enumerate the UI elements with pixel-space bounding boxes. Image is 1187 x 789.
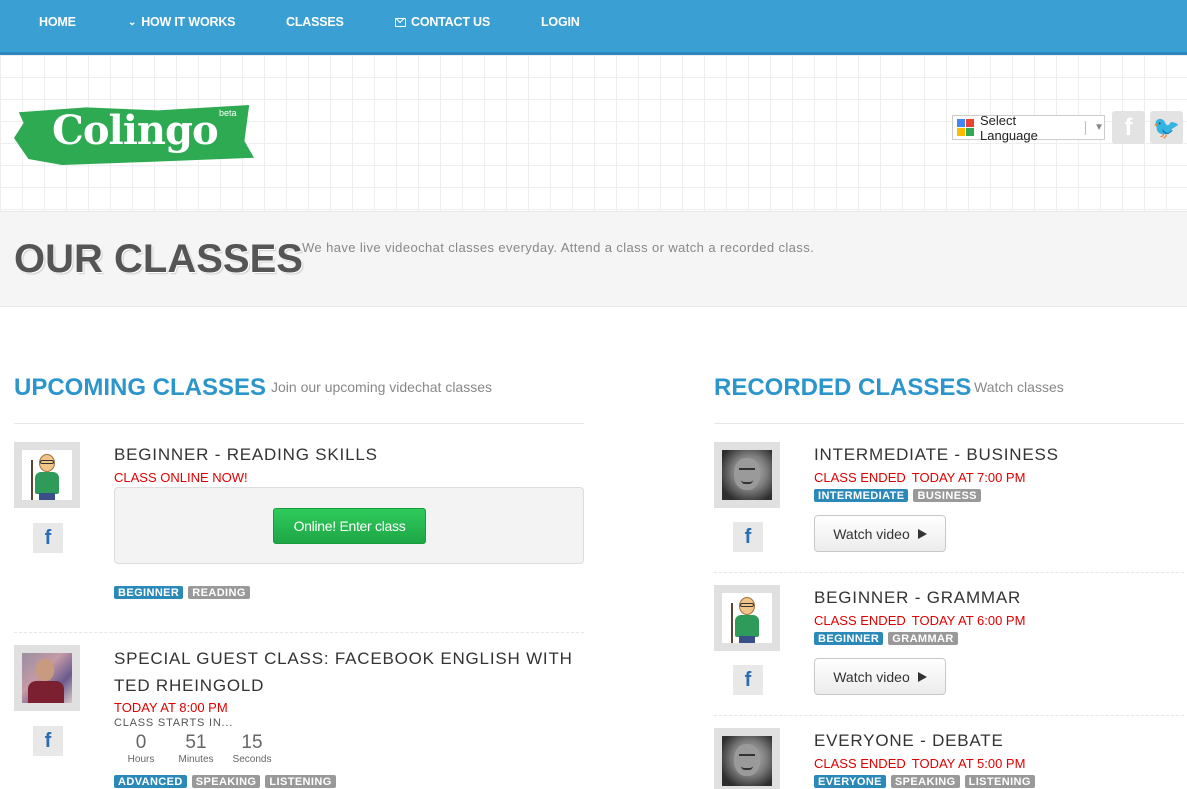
- teacher-cartoon-image: [722, 593, 772, 643]
- watch-video-label: Watch video: [833, 668, 910, 685]
- countdown-hours-label: Hours: [127, 754, 155, 765]
- class-status: CLASS ONLINE NOW!: [114, 470, 248, 485]
- teacher-photo: [722, 736, 772, 786]
- recorded-divider: [714, 423, 1184, 424]
- class-divider: [14, 632, 584, 633]
- class-tags: ADVANCED SPEAKING LISTENING: [114, 775, 336, 788]
- countdown-hours: 0 Hours: [116, 732, 166, 766]
- class-ended-label: CLASS ENDED: [814, 756, 906, 771]
- teacher-photo: [722, 450, 772, 500]
- language-select[interactable]: Select Language ▼: [952, 112, 1105, 143]
- tag-level[interactable]: BEGINNER: [814, 632, 884, 645]
- upcoming-classes-subtitle: Join our upcoming videchat classes: [271, 379, 493, 395]
- tag-level[interactable]: EVERYONE: [814, 775, 886, 788]
- class-title[interactable]: BEGINNER - READING SKILLS: [114, 441, 378, 468]
- recorded-classes-subtitle: Watch classes: [974, 379, 1064, 395]
- tag-topic[interactable]: GRAMMAR: [888, 632, 958, 645]
- class-title-line2[interactable]: TED RHEINGOLD: [114, 672, 264, 699]
- teacher-avatar[interactable]: [14, 645, 80, 711]
- upcoming-divider: [14, 423, 584, 424]
- tag-level[interactable]: INTERMEDIATE: [814, 489, 909, 502]
- teacher-photo: [22, 653, 72, 703]
- class-divider: [714, 715, 1184, 716]
- class-time: TODAY AT 6:00 PM: [911, 613, 1026, 628]
- facebook-icon[interactable]: f: [1112, 111, 1145, 144]
- countdown-minutes-label: Minutes: [178, 754, 214, 765]
- class-divider: [714, 572, 1184, 573]
- class-ended-label: CLASS ENDED: [814, 470, 906, 485]
- tag-topic[interactable]: READING: [188, 586, 250, 599]
- class-tags: EVERYONE SPEAKING LISTENING: [814, 775, 1035, 788]
- watch-video-button[interactable]: Watch video: [814, 515, 946, 552]
- watch-video-button[interactable]: Watch video: [814, 658, 946, 695]
- language-select-divider: [1085, 120, 1087, 135]
- facebook-icon[interactable]: f: [733, 665, 763, 695]
- tag-level[interactable]: ADVANCED: [114, 775, 187, 788]
- upcoming-classes-title: UPCOMING CLASSES: [14, 374, 267, 401]
- class-tags: BEGINNER READING: [114, 586, 250, 599]
- nav-how-it-works[interactable]: ⌄ HOW IT WORKS: [128, 14, 236, 30]
- logo-beta-badge: beta: [219, 108, 237, 118]
- mail-icon: [395, 17, 406, 27]
- teacher-avatar[interactable]: [714, 728, 780, 789]
- countdown-seconds: 15 Seconds: [227, 732, 277, 766]
- class-status: CLASS ENDED TODAY AT 5:00 PM: [814, 756, 1025, 771]
- twitter-icon[interactable]: 🐦: [1150, 111, 1183, 144]
- play-icon: [917, 528, 927, 539]
- nav-login[interactable]: LOGIN: [541, 14, 580, 30]
- tag-topic[interactable]: SPEAKING: [191, 775, 261, 788]
- tag-topic[interactable]: SPEAKING: [890, 775, 960, 788]
- nav-how-it-works-label: HOW IT WORKS: [141, 15, 236, 29]
- tag-topic[interactable]: LISTENING: [964, 775, 1035, 788]
- logo[interactable]: Colingo beta: [14, 105, 254, 165]
- countdown-seconds-value: 15: [241, 732, 263, 753]
- watch-video-label: Watch video: [833, 525, 910, 542]
- nav-home-label: HOME: [39, 15, 76, 29]
- facebook-icon[interactable]: f: [33, 523, 63, 553]
- page-subtitle: We have live videochat classes everyday.…: [302, 240, 815, 255]
- nav-classes-label: CLASSES: [286, 15, 344, 29]
- facebook-icon[interactable]: f: [33, 726, 63, 756]
- class-ended-label: CLASS ENDED: [814, 613, 906, 628]
- countdown-minutes: 51 Minutes: [171, 732, 221, 766]
- class-time: TODAY AT 8:00 PM: [114, 700, 228, 715]
- class-title[interactable]: EVERYONE - DEBATE: [814, 727, 1004, 754]
- countdown-minutes-value: 51: [185, 732, 207, 753]
- class-title[interactable]: SPECIAL GUEST CLASS: FACEBOOK ENGLISH WI…: [114, 645, 573, 672]
- countdown-hours-value: 0: [135, 732, 147, 753]
- teacher-avatar[interactable]: [714, 442, 780, 508]
- top-nav: HOME ⌄ HOW IT WORKS CLASSES CONTACT US LO…: [0, 0, 1187, 55]
- teacher-cartoon-image: [22, 450, 72, 500]
- nav-home[interactable]: HOME: [39, 14, 76, 30]
- recorded-classes-title: RECORDED CLASSES: [714, 374, 972, 401]
- tag-topic[interactable]: LISTENING: [265, 775, 336, 788]
- page-title: OUR CLASSES: [14, 237, 303, 281]
- class-tags: BEGINNER GRAMMAR: [814, 632, 958, 645]
- teacher-avatar[interactable]: [14, 442, 80, 508]
- countdown-seconds-label: Seconds: [232, 754, 272, 765]
- teacher-avatar[interactable]: [714, 585, 780, 651]
- tag-topic[interactable]: BUSINESS: [913, 489, 981, 502]
- class-title[interactable]: BEGINNER - GRAMMAR: [814, 584, 1021, 611]
- nav-contact-us[interactable]: CONTACT US: [395, 14, 490, 30]
- nav-classes[interactable]: CLASSES: [286, 14, 344, 30]
- class-time: TODAY AT 7:00 PM: [911, 470, 1026, 485]
- tag-level[interactable]: BEGINNER: [114, 586, 184, 599]
- google-translate-icon: [957, 119, 974, 136]
- dropdown-arrow-icon: ▼: [1094, 122, 1104, 133]
- enter-class-button[interactable]: Online! Enter class: [273, 508, 426, 544]
- nav-login-label: LOGIN: [541, 15, 580, 29]
- class-tags: INTERMEDIATE BUSINESS: [814, 489, 981, 502]
- facebook-icon[interactable]: f: [733, 522, 763, 552]
- logo-text: Colingo: [52, 107, 219, 154]
- play-icon: [917, 671, 927, 682]
- chevron-down-icon: ⌄: [128, 16, 137, 28]
- nav-contact-us-label: CONTACT US: [411, 15, 491, 29]
- class-starts-label: CLASS STARTS IN...: [114, 717, 234, 729]
- class-status: CLASS ENDED TODAY AT 6:00 PM: [814, 613, 1025, 628]
- class-status: CLASS ENDED TODAY AT 7:00 PM: [814, 470, 1025, 485]
- class-title[interactable]: INTERMEDIATE - BUSINESS: [814, 441, 1059, 468]
- class-time: TODAY AT 5:00 PM: [911, 756, 1026, 771]
- language-select-label: Select Language: [980, 112, 1038, 143]
